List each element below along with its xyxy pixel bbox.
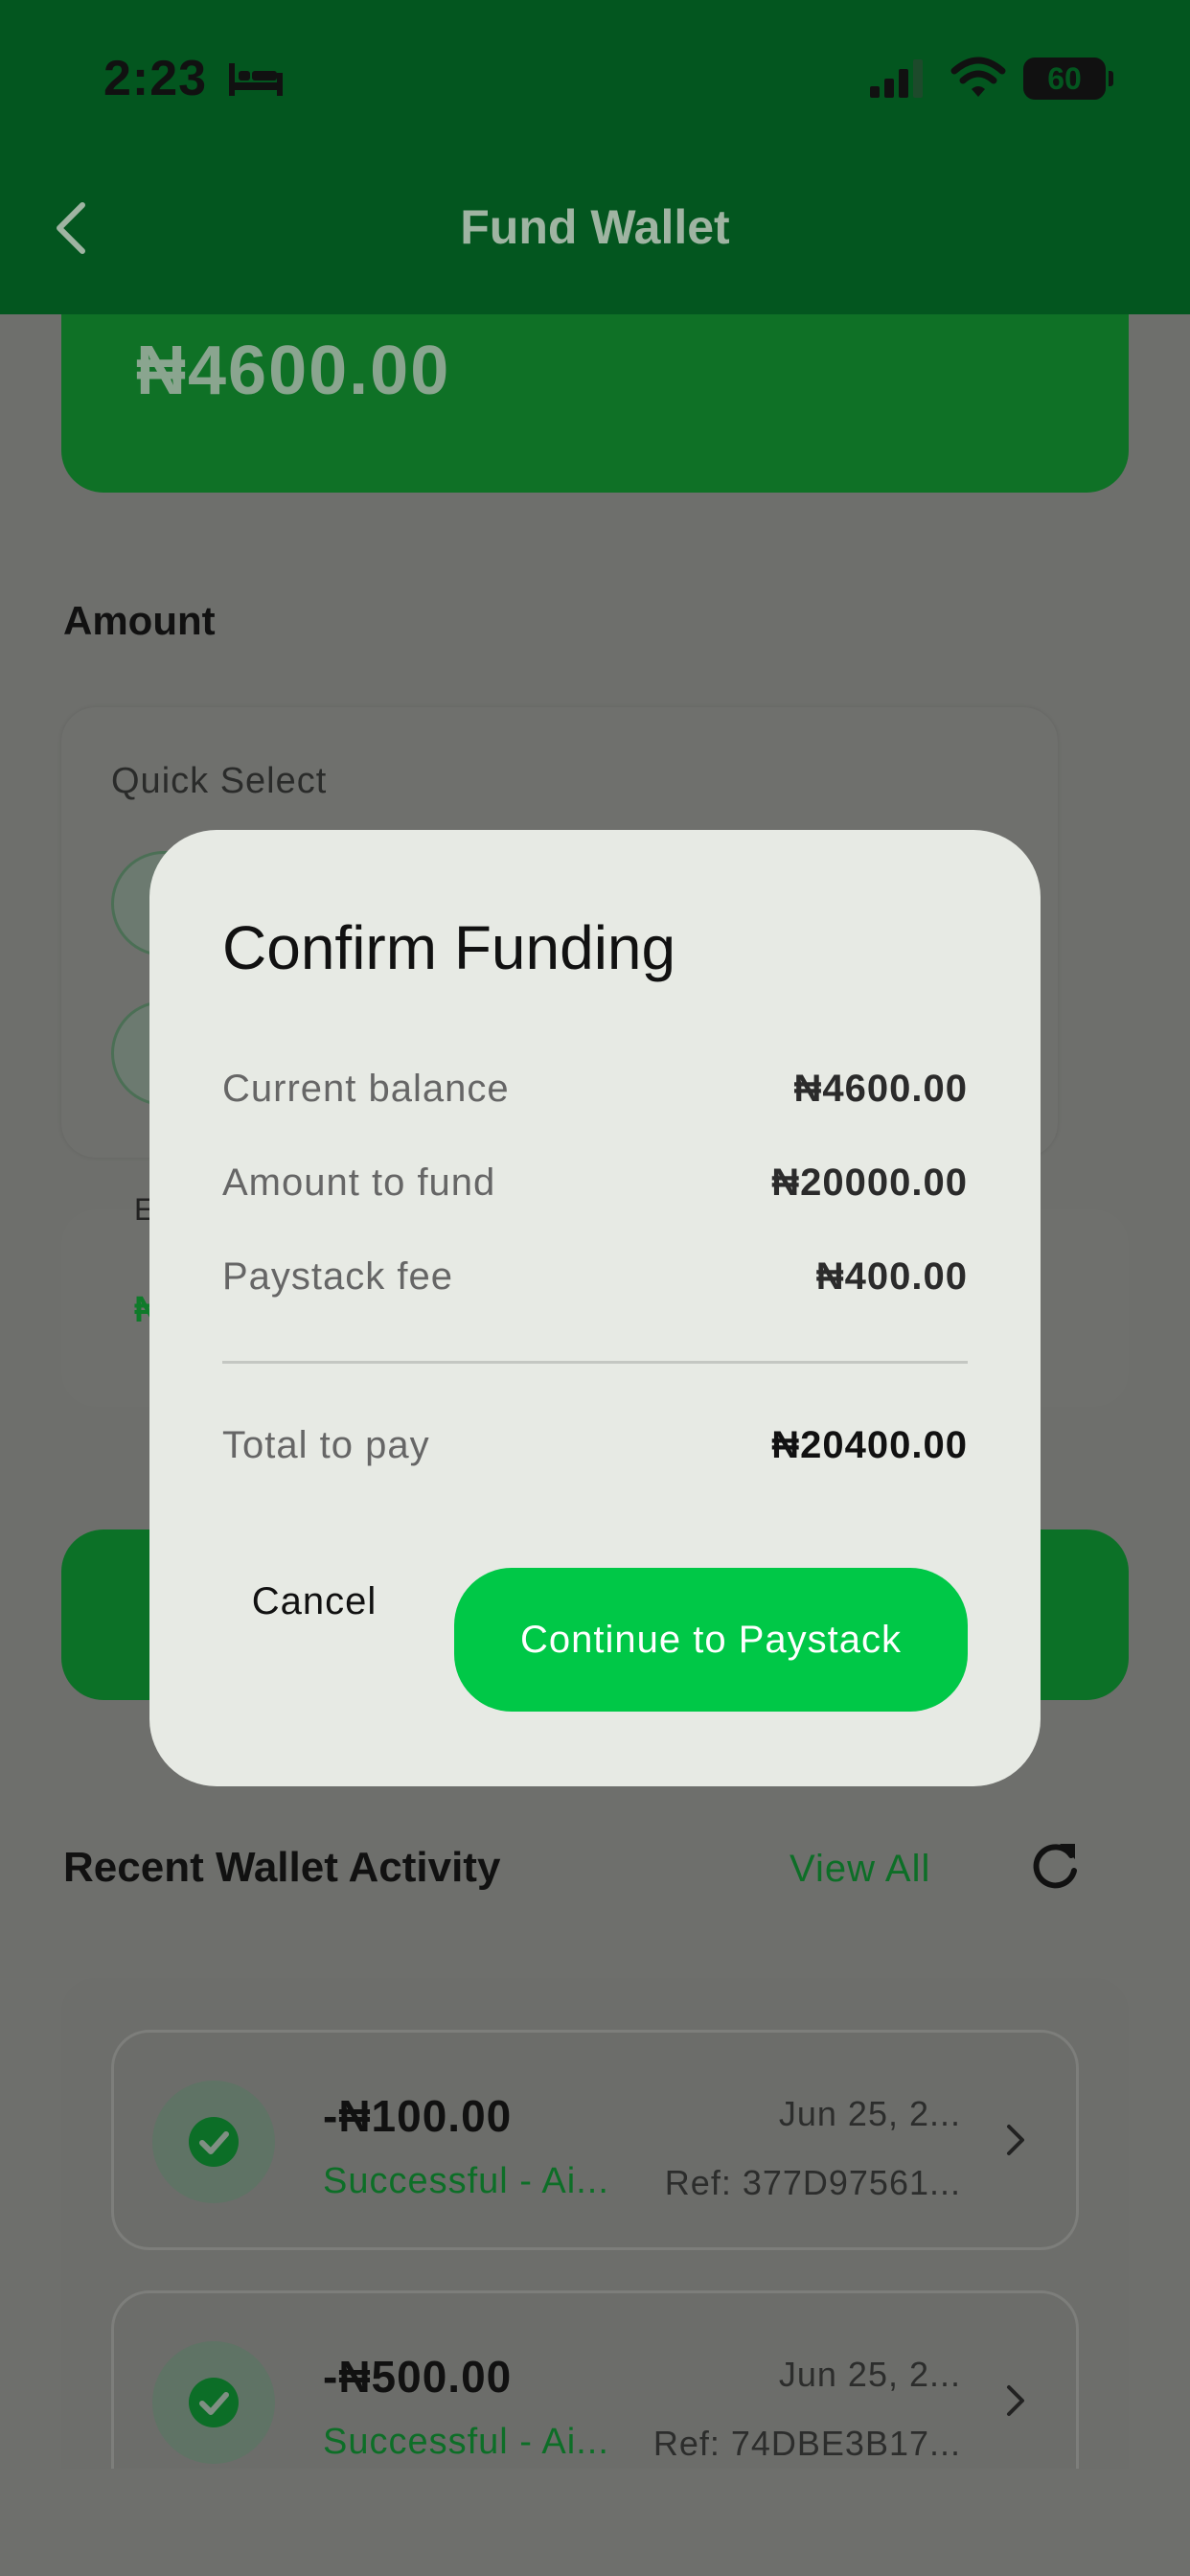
status-icon-wrap (152, 2081, 275, 2203)
bed-icon (229, 63, 283, 96)
amount-label: Amount (63, 598, 216, 643)
row-value: ₦4600.00 (793, 1068, 968, 1110)
total-row: Total to pay ₦20400.00 (222, 1424, 968, 1482)
activity-amount: -₦500.00 (323, 2352, 513, 2402)
total-label: Total to pay (222, 1424, 430, 1466)
list-item[interactable]: -₦100.00 Successful - Ai... Jun 25, 2...… (111, 2030, 1079, 2250)
status-icon-wrap (152, 2341, 275, 2464)
page-title: Fund Wallet (460, 200, 730, 254)
refresh-icon[interactable] (1027, 1838, 1083, 1894)
continue-to-paystack-button[interactable]: Continue to Paystack (454, 1568, 968, 1712)
chevron-right-icon (1007, 2125, 1024, 2155)
quick-select-label: Quick Select (111, 761, 328, 801)
wifi-icon (950, 57, 1006, 97)
current-balance-row: Current balance ₦4600.00 (222, 1068, 968, 1125)
row-label: Amount to fund (222, 1162, 496, 1204)
paystack-fee-row: Paystack fee ₦400.00 (222, 1255, 968, 1313)
total-value: ₦20400.00 (771, 1424, 968, 1466)
row-label: Paystack fee (222, 1255, 454, 1298)
activity-ref: Ref: 377D97561... (664, 2163, 961, 2202)
activity-status: Successful - Ai... (323, 2422, 609, 2462)
chevron-right-icon (1007, 2385, 1024, 2416)
cancel-button[interactable]: Cancel (226, 1568, 402, 1635)
row-value: ₦400.00 (815, 1255, 968, 1298)
check-circle-icon (189, 2378, 239, 2427)
app-bar: 2:23 60 Fund Wallet (0, 0, 1190, 314)
activity-status: Successful - Ai... (323, 2161, 609, 2201)
signal-icon (870, 59, 923, 98)
row-label: Current balance (222, 1068, 510, 1110)
activity-ref: Ref: 74DBE3B17... (652, 2424, 961, 2463)
status-time: 2:23 (103, 51, 208, 106)
confirm-funding-dialog: Confirm Funding Current balance ₦4600.00… (149, 830, 1041, 1786)
amount-to-fund-row: Amount to fund ₦20000.00 (222, 1162, 968, 1219)
activity-amount: -₦100.00 (323, 2091, 513, 2141)
activity-date: Jun 25, 2... (778, 2355, 961, 2394)
activity-date: Jun 25, 2... (778, 2094, 961, 2133)
divider (222, 1361, 968, 1364)
recent-activity-title: Recent Wallet Activity (63, 1844, 501, 1891)
view-all-link[interactable]: View All (790, 1848, 930, 1891)
battery-icon: 60 (1023, 58, 1113, 100)
balance-value: ₦4600.00 (136, 333, 451, 409)
check-circle-icon (189, 2117, 239, 2167)
dialog-title: Confirm Funding (222, 913, 676, 982)
bottom-area (0, 2469, 1190, 2576)
row-value: ₦20000.00 (771, 1162, 968, 1204)
